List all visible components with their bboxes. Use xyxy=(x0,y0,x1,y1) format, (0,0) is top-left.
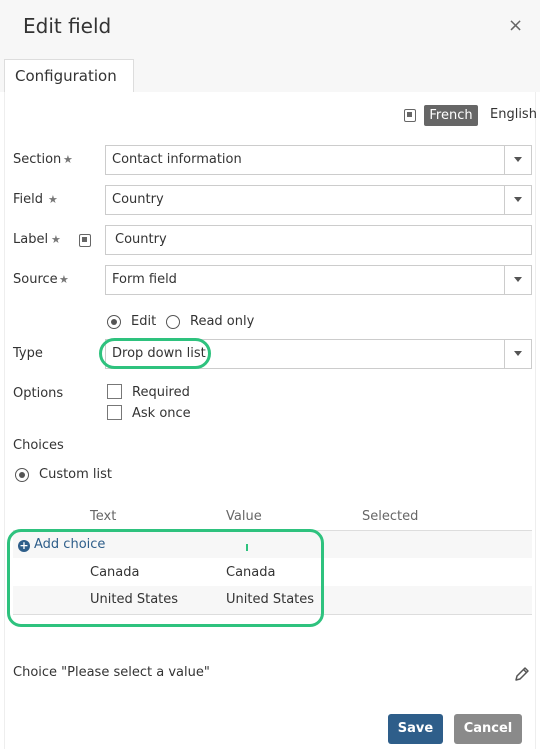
required-label: Required xyxy=(132,385,190,400)
star-icon: ★ xyxy=(59,273,69,286)
ask-once-checkbox[interactable] xyxy=(107,405,122,420)
star-icon: ★ xyxy=(48,193,58,206)
section-select[interactable]: Contact information xyxy=(105,145,532,175)
close-icon[interactable]: × xyxy=(508,16,523,36)
save-button[interactable]: Save xyxy=(388,714,443,744)
type-label: Type xyxy=(13,346,43,361)
translate-icon xyxy=(404,109,416,122)
type-highlight xyxy=(99,338,211,369)
options-label: Options xyxy=(13,386,64,401)
source-select[interactable]: Form field xyxy=(105,265,532,295)
dialog-header: Edit field × xyxy=(0,0,540,55)
label-value: Country xyxy=(115,232,167,247)
tab-configuration[interactable]: Configuration xyxy=(4,59,134,92)
field-label: Field xyxy=(13,192,44,207)
read-only-radio[interactable] xyxy=(166,315,180,329)
field-select[interactable]: Country xyxy=(105,185,532,215)
column-header-selected: Selected xyxy=(362,503,532,531)
chevron-down-icon[interactable] xyxy=(504,266,531,294)
edit-radio[interactable] xyxy=(107,315,121,329)
highlight-mark xyxy=(246,544,248,551)
chevron-down-icon[interactable] xyxy=(504,146,531,174)
tab-bar: Configuration xyxy=(0,55,540,92)
chevron-down-icon[interactable] xyxy=(504,340,531,368)
star-icon: ★ xyxy=(51,233,61,246)
source-label: Source xyxy=(13,272,58,287)
section-value: Contact information xyxy=(112,152,242,167)
label-label: Label xyxy=(13,232,49,247)
custom-list-label: Custom list xyxy=(39,467,113,482)
custom-list-radio[interactable] xyxy=(15,468,29,482)
column-header-value: Value xyxy=(226,503,362,531)
language-english-button[interactable]: English xyxy=(490,107,537,122)
section-label: Section xyxy=(13,152,62,167)
required-checkbox[interactable] xyxy=(107,384,122,399)
chevron-down-icon[interactable] xyxy=(504,186,531,214)
label-input[interactable]: Country xyxy=(105,225,532,255)
dialog-title: Edit field xyxy=(23,14,112,38)
read-only-radio-label: Read only xyxy=(190,314,255,329)
translate-icon[interactable] xyxy=(79,234,91,247)
table-header-row: Text Value Selected xyxy=(13,503,532,531)
star-icon: ★ xyxy=(63,153,73,166)
pencil-icon[interactable] xyxy=(514,666,530,682)
ask-once-label: Ask once xyxy=(132,406,191,421)
column-header-text: Text xyxy=(90,503,226,531)
choices-highlight xyxy=(7,529,324,627)
field-value: Country xyxy=(112,192,164,207)
cancel-button[interactable]: Cancel xyxy=(454,714,522,744)
source-value: Form field xyxy=(112,272,177,287)
choices-label: Choices xyxy=(13,438,64,453)
language-french-button[interactable]: French xyxy=(424,105,478,126)
tab-label: Configuration xyxy=(15,67,117,85)
default-choice-label: Choice "Please select a value" xyxy=(13,665,210,680)
edit-radio-label: Edit xyxy=(131,314,157,329)
